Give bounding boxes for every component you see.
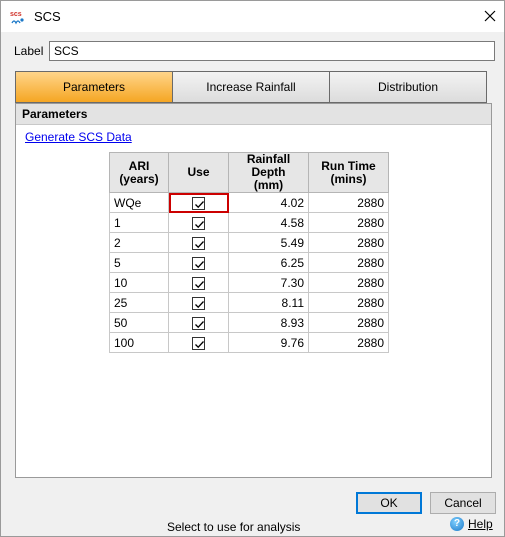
cell-use[interactable] — [168, 232, 229, 253]
help-label: Help — [468, 517, 493, 531]
ok-button[interactable]: OK — [356, 492, 422, 514]
cell-rainfall-depth[interactable]: 9.76 — [228, 332, 309, 353]
header-time-line2: (mins) — [330, 171, 367, 186]
use-checkbox[interactable] — [192, 236, 205, 250]
cell-run-time[interactable]: 2880 — [308, 292, 389, 313]
cell-run-time[interactable]: 2880 — [308, 212, 389, 233]
table-header-row: ARI (years) Use Rainfall Depth (mm) Run … — [109, 152, 389, 193]
cell-rainfall-depth[interactable]: 4.58 — [228, 212, 309, 233]
cell-rainfall-depth[interactable]: 5.49 — [228, 232, 309, 253]
cell-ari[interactable]: 5 — [109, 252, 169, 273]
table-row: 10 7.30 2880 — [109, 272, 389, 293]
label-input[interactable] — [49, 41, 495, 61]
cancel-label: Cancel — [444, 496, 482, 510]
cell-use[interactable] — [168, 192, 229, 213]
use-checkbox[interactable] — [192, 256, 205, 270]
use-checkbox[interactable] — [192, 216, 205, 230]
header-depth-line1: Rainfall Depth — [246, 152, 291, 179]
use-checkbox[interactable] — [192, 336, 205, 350]
tab-parameters[interactable]: Parameters — [15, 71, 173, 103]
tab-distribution[interactable]: Distribution — [329, 71, 487, 103]
cell-ari[interactable]: 10 — [109, 272, 169, 293]
cell-use[interactable] — [168, 212, 229, 233]
cell-rainfall-depth[interactable]: 8.93 — [228, 312, 309, 333]
cell-rainfall-depth[interactable]: 8.11 — [228, 292, 309, 313]
cell-ari[interactable]: 2 — [109, 232, 169, 253]
label-caption: Label — [14, 44, 44, 58]
section-header: Parameters — [16, 104, 491, 125]
tab-increase-rainfall[interactable]: Increase Rainfall — [172, 71, 330, 103]
cell-ari[interactable]: 100 — [109, 332, 169, 353]
generate-scs-data-link[interactable]: Generate SCS Data — [25, 130, 132, 144]
tab-label: Distribution — [377, 80, 439, 94]
cell-ari[interactable]: 25 — [109, 292, 169, 313]
col-header-ari[interactable]: ARI (years) — [109, 152, 169, 193]
table-row: WQe 4.02 2880 — [109, 192, 389, 213]
help-link[interactable]: ? Help — [450, 517, 493, 531]
cell-ari[interactable]: WQe — [109, 192, 169, 213]
cell-run-time[interactable]: 2880 — [308, 232, 389, 253]
cell-rainfall-depth[interactable]: 4.02 — [228, 192, 309, 213]
col-header-time[interactable]: Run Time (mins) — [308, 152, 389, 193]
tab-label: Increase Rainfall — [206, 80, 296, 94]
cell-run-time[interactable]: 2880 — [308, 312, 389, 333]
tab-label: Parameters — [62, 80, 126, 94]
scs-app-icon: scs — [9, 8, 27, 26]
table-row: 2 5.49 2880 — [109, 232, 389, 253]
tab-bar: Parameters Increase Rainfall Distributio… — [15, 71, 487, 103]
col-header-depth[interactable]: Rainfall Depth (mm) — [228, 152, 309, 193]
cell-use[interactable] — [168, 272, 229, 293]
status-text: Select to use for analysis — [167, 520, 301, 534]
rainfall-table: ARI (years) Use Rainfall Depth (mm) Run … — [109, 152, 389, 353]
table-row: 1 4.58 2880 — [109, 212, 389, 233]
table-row: 50 8.93 2880 — [109, 312, 389, 333]
help-icon: ? — [450, 517, 464, 531]
header-depth-line2: (mm) — [253, 178, 284, 192]
cell-use[interactable] — [168, 252, 229, 273]
cell-rainfall-depth[interactable]: 7.30 — [228, 272, 309, 293]
ok-label: OK — [380, 496, 398, 510]
window-title: SCS — [34, 9, 61, 24]
header-ari-line1: ARI — [128, 158, 150, 173]
header-time-line1: Run Time — [321, 158, 376, 173]
parameters-panel: Parameters Generate SCS Data ARI (years)… — [15, 103, 492, 478]
header-ari-line2: (years) — [119, 171, 159, 186]
title-bar: scs SCS — [1, 1, 504, 32]
svg-text:scs: scs — [10, 11, 22, 18]
cancel-button[interactable]: Cancel — [430, 492, 496, 514]
cell-rainfall-depth[interactable]: 6.25 — [228, 252, 309, 273]
cell-run-time[interactable]: 2880 — [308, 332, 389, 353]
table-row: 25 8.11 2880 — [109, 292, 389, 313]
cell-run-time[interactable]: 2880 — [308, 272, 389, 293]
cell-run-time[interactable]: 2880 — [308, 252, 389, 273]
use-checkbox[interactable] — [192, 196, 205, 210]
scs-dialog: scs SCS Label Parameters Increase Rainfa… — [0, 0, 505, 537]
cell-use[interactable] — [168, 292, 229, 313]
col-header-use[interactable]: Use — [168, 152, 229, 193]
cell-use[interactable] — [168, 332, 229, 353]
cell-use[interactable] — [168, 312, 229, 333]
table-row: 5 6.25 2880 — [109, 252, 389, 273]
table-row: 100 9.76 2880 — [109, 332, 389, 353]
cell-ari[interactable]: 50 — [109, 312, 169, 333]
cell-ari[interactable]: 1 — [109, 212, 169, 233]
close-icon[interactable] — [475, 1, 504, 32]
use-checkbox[interactable] — [192, 316, 205, 330]
use-checkbox[interactable] — [192, 276, 205, 290]
cell-run-time[interactable]: 2880 — [308, 192, 389, 213]
use-checkbox[interactable] — [192, 296, 205, 310]
